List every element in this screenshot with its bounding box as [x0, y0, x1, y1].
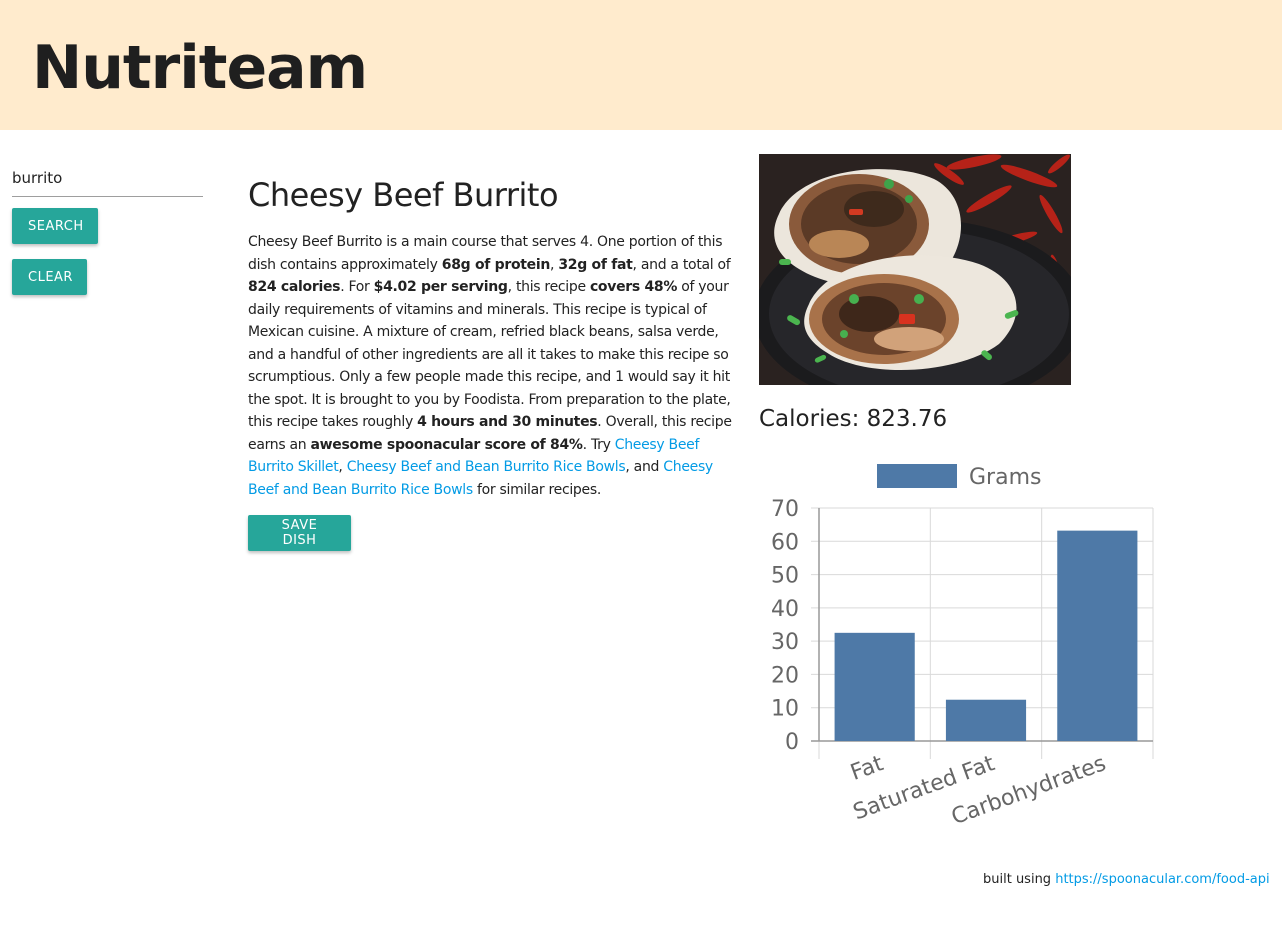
burrito-photo [759, 154, 1071, 385]
y-tick-label: 60 [771, 530, 799, 555]
y-tick-label: 50 [771, 564, 799, 589]
recipe-title: Cheesy Beef Burrito [248, 176, 559, 214]
legend-swatch [877, 464, 957, 488]
summary-bold: covers 48% [589, 279, 678, 295]
y-tick-label: 70 [771, 497, 799, 522]
search-button[interactable]: SEARCH [12, 208, 98, 244]
save-dish-button[interactable]: SAVE DISH [248, 515, 351, 551]
bar-saturated-fat [945, 699, 1027, 741]
y-tick-label: 20 [771, 663, 799, 688]
x-tick-label: Fat [847, 751, 887, 786]
summary-text: , and [625, 459, 664, 475]
spoonacular-link[interactable]: https://spoonacular.com/food-api [1055, 872, 1269, 887]
summary-bold: 824 calories [248, 279, 341, 295]
app-header: Nutriteam [0, 0, 1282, 130]
summary-text: , and a total of [632, 256, 731, 273]
bar-fat [834, 632, 915, 741]
summary-bold: $4.02 per serving [373, 279, 508, 295]
footer: built using https://spoonacular.com/food… [983, 872, 1282, 887]
y-tick-label: 0 [785, 730, 799, 755]
bar-carbohydrates [1057, 530, 1138, 741]
footer-text: built using [983, 872, 1056, 887]
summary-bold: 32g of fat [558, 256, 633, 273]
calories-label: Calories: 823.76 [759, 406, 948, 432]
summary-bold: 68g of protein [441, 256, 551, 273]
summary-text: , this recipe [507, 279, 590, 295]
summary-text: . For [340, 279, 374, 295]
clear-button[interactable]: CLEAR [12, 259, 87, 295]
legend-label: Grams [969, 465, 1041, 490]
nutrition-bar-chart: Grams010203040506070FatSaturated FatCarb… [771, 464, 1154, 830]
recipe-summary: Cheesy Beef Burrito is a main course tha… [248, 231, 736, 501]
y-tick-label: 10 [771, 697, 799, 722]
search-input[interactable] [12, 163, 203, 197]
summary-text: , [338, 459, 347, 475]
summary-bold: 4 hours and 30 minutes [417, 414, 598, 430]
recipe-image [759, 154, 1071, 385]
y-tick-label: 30 [771, 630, 799, 655]
summary-text: for similar recipes. [472, 481, 601, 498]
similar-recipe-link[interactable]: Cheesy Beef and Bean Burrito Rice Bowls [347, 459, 626, 475]
summary-bold: awesome spoonacular score of 84% [310, 436, 583, 453]
brand-title: Nutriteam [32, 33, 368, 103]
summary-text: . Try [582, 436, 615, 453]
y-tick-label: 40 [771, 597, 799, 622]
summary-text: of your daily requirements of vitamins a… [248, 279, 731, 430]
